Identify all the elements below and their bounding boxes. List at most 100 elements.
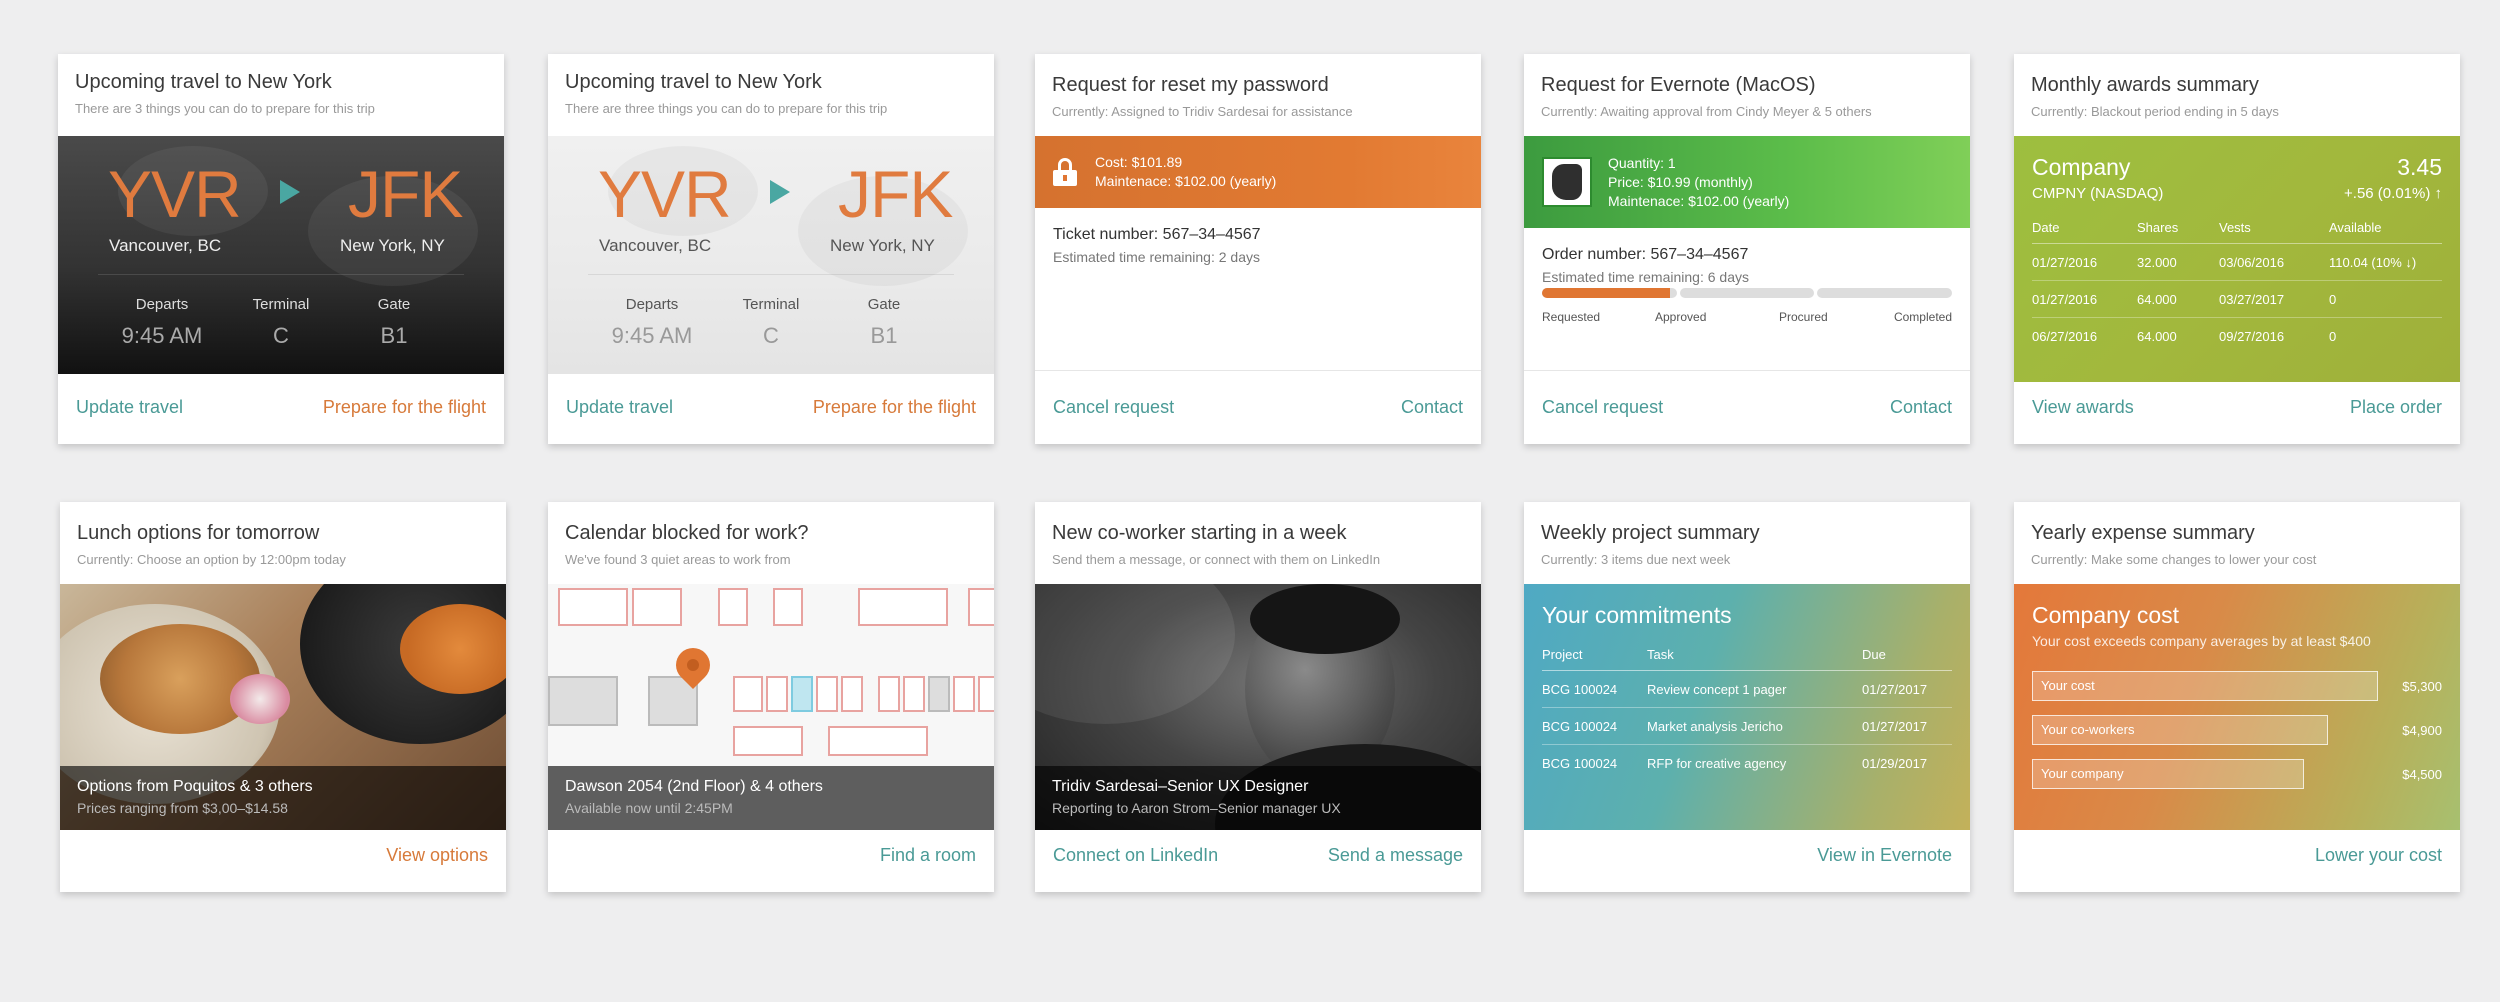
- card-title: Lunch options for tomorrow: [77, 522, 320, 544]
- card-subtitle: Currently: Choose an option by 12:00pm t…: [77, 552, 346, 567]
- coworker-photo: Tridiv Sardesai–Senior UX Designer Repor…: [1035, 584, 1481, 830]
- prepare-flight-link[interactable]: Prepare for the flight: [323, 397, 486, 418]
- awards-table: Date Shares Vests Available 01/27/2016 3…: [2032, 220, 2442, 354]
- view-evernote-link[interactable]: View in Evernote: [1817, 845, 1952, 866]
- terminal-label: Terminal: [742, 296, 800, 313]
- col-project: Project: [1542, 647, 1647, 671]
- table-row: BCG 100024 RFP for creative agency 01/29…: [1542, 745, 1952, 782]
- coworker-card: New co-worker starting in a week Send th…: [1035, 502, 1481, 892]
- lower-cost-link[interactable]: Lower your cost: [2315, 845, 2442, 866]
- col-vests: Vests: [2219, 220, 2329, 244]
- calendar-blocked-card: Calendar blocked for work? We've found 3…: [548, 502, 994, 892]
- contact-link[interactable]: Contact: [1890, 397, 1952, 418]
- cell: Review concept 1 pager: [1647, 670, 1862, 708]
- progress-segment: [1817, 288, 1953, 298]
- expense-panel: Company cost Your cost exceeds company a…: [2014, 584, 2460, 830]
- card-subtitle: Currently: Blackout period ending in 5 d…: [2031, 104, 2279, 119]
- view-awards-link[interactable]: View awards: [2032, 397, 2134, 418]
- card-actions: View in Evernote: [1524, 818, 1970, 892]
- table-header: Project Task Due: [1542, 647, 1952, 671]
- evernote-logo-icon: [1542, 157, 1592, 207]
- send-message-link[interactable]: Send a message: [1328, 845, 1463, 866]
- card-subtitle: Currently: Assigned to Tridiv Sardesai f…: [1052, 104, 1353, 119]
- floor-plan-map: Dawson 2054 (2nd Floor) & 4 others Avail…: [548, 584, 994, 830]
- card-header: Monthly awards summary Currently: Blacko…: [2014, 54, 2460, 136]
- cell: 06/27/2016: [2032, 329, 2098, 344]
- card-title: Yearly expense summary: [2031, 522, 2255, 544]
- cell: Market analysis Jericho: [1647, 707, 1862, 745]
- terminal-value: C: [273, 323, 289, 348]
- departs-label: Departs: [625, 296, 679, 313]
- cell: RFP for creative agency: [1647, 756, 1787, 771]
- departs-label: Departs: [135, 296, 189, 313]
- table-header: Date Shares Vests Available: [2032, 220, 2442, 244]
- col-shares: Shares: [2137, 220, 2219, 244]
- find-room-link[interactable]: Find a room: [880, 845, 976, 866]
- origin-city: Vancouver, BC: [109, 236, 222, 255]
- progress-segment: [1542, 288, 1677, 298]
- col-task: Task: [1647, 647, 1862, 671]
- card-header: Request for Evernote (MacOS) Currently: …: [1524, 54, 1970, 136]
- departs-time: 9:45 AM: [611, 323, 693, 348]
- step-completed: Completed: [1893, 310, 1952, 324]
- ticker: CMPNY (NASDAQ): [2032, 185, 2164, 202]
- maintenance-text: Maintenace: $102.00 (yearly): [1608, 192, 1790, 209]
- departs-time: 9:45 AM: [121, 323, 203, 348]
- yearly-expense-card: Yearly expense summary Currently: Make s…: [2014, 502, 2460, 892]
- progress-segment: [1679, 288, 1815, 298]
- cell: BCG 100024: [1542, 756, 1618, 771]
- destination-city: New York, NY: [340, 236, 445, 255]
- expense-bar-row: Your co-workers $4,900: [2032, 715, 2442, 745]
- expense-bar-label: Your company: [2041, 766, 2124, 781]
- cost-text: Cost: $101.89: [1095, 154, 1183, 170]
- cell: 64.000: [2137, 280, 2219, 318]
- request-body: Quantity: 1 Price: $10.99 (monthly) Main…: [1524, 136, 1970, 285]
- card-actions: View options: [60, 818, 506, 892]
- col-date: Date: [2032, 220, 2137, 244]
- commitments-heading: Your commitments: [1542, 602, 1732, 628]
- card-actions: Find a room: [548, 818, 994, 892]
- route-arrow-icon: [770, 180, 790, 204]
- company-name: Company: [2032, 154, 2131, 180]
- card-header: Weekly project summary Currently: 3 item…: [1524, 502, 1970, 584]
- gate-value: B1: [870, 323, 898, 348]
- awards-panel: Company 3.45 CMPNY (NASDAQ) +.56 (0.01%)…: [2014, 136, 2460, 382]
- card-subtitle: Currently: Make some changes to lower yo…: [2031, 552, 2317, 567]
- cell: 01/27/2016: [2032, 280, 2137, 318]
- caption-title: Tridiv Sardesai–Senior UX Designer: [1052, 778, 1309, 795]
- cancel-request-link[interactable]: Cancel request: [1053, 397, 1174, 418]
- caption-subtitle: Reporting to Aaron Strom–Senior manager …: [1052, 800, 1341, 816]
- cell: 03/27/2017: [2219, 280, 2329, 318]
- expense-heading: Company cost: [2032, 602, 2180, 628]
- time-remaining: Estimated time remaining: 2 days: [1053, 249, 1260, 265]
- view-options-link[interactable]: View options: [386, 845, 488, 866]
- card-actions: Update travel Prepare for the flight: [58, 370, 504, 444]
- cancel-request-link[interactable]: Cancel request: [1542, 397, 1663, 418]
- cell: 110.04 (10% ↓): [2329, 243, 2442, 281]
- route-arrow-icon: [280, 180, 300, 204]
- maintenance-text: Maintenace: $102.00 (yearly): [1095, 173, 1277, 189]
- stock-value: 3.45: [2397, 154, 2442, 180]
- card-subtitle: Currently: Awaiting approval from Cindy …: [1541, 104, 1872, 119]
- caption-title: Options from Poquitos & 3 others: [77, 778, 313, 795]
- table-row: 01/27/2016 32.000 03/06/2016 110.04 (10%…: [2032, 243, 2442, 281]
- connect-linkedin-link[interactable]: Connect on LinkedIn: [1053, 845, 1218, 866]
- stock-change: +.56 (0.01%) ↑: [2344, 185, 2442, 202]
- weekly-project-card: Weekly project summary Currently: 3 item…: [1524, 502, 1970, 892]
- update-travel-link[interactable]: Update travel: [76, 397, 183, 418]
- contact-link[interactable]: Contact: [1401, 397, 1463, 418]
- caption-title: Dawson 2054 (2nd Floor) & 4 others: [565, 778, 823, 795]
- caption-subtitle: Prices ranging from $3,00–$14.58: [77, 800, 288, 816]
- cell: 01/27/2017: [1862, 670, 1952, 708]
- lunch-options-card: Lunch options for tomorrow Currently: Ch…: [60, 502, 506, 892]
- gate-value: B1: [380, 323, 408, 348]
- card-title: Monthly awards summary: [2031, 74, 2259, 96]
- prepare-flight-link[interactable]: Prepare for the flight: [813, 397, 976, 418]
- card-actions: Cancel request Contact: [1524, 370, 1970, 444]
- caption-subtitle: Available now until 2:45PM: [565, 800, 733, 816]
- expense-bar-row: Your company $4,500: [2032, 759, 2442, 789]
- card-subtitle: We've found 3 quiet areas to work from: [565, 552, 791, 567]
- expense-note: Your cost exceeds company averages by at…: [2032, 633, 2371, 649]
- place-order-link[interactable]: Place order: [2350, 397, 2442, 418]
- update-travel-link[interactable]: Update travel: [566, 397, 673, 418]
